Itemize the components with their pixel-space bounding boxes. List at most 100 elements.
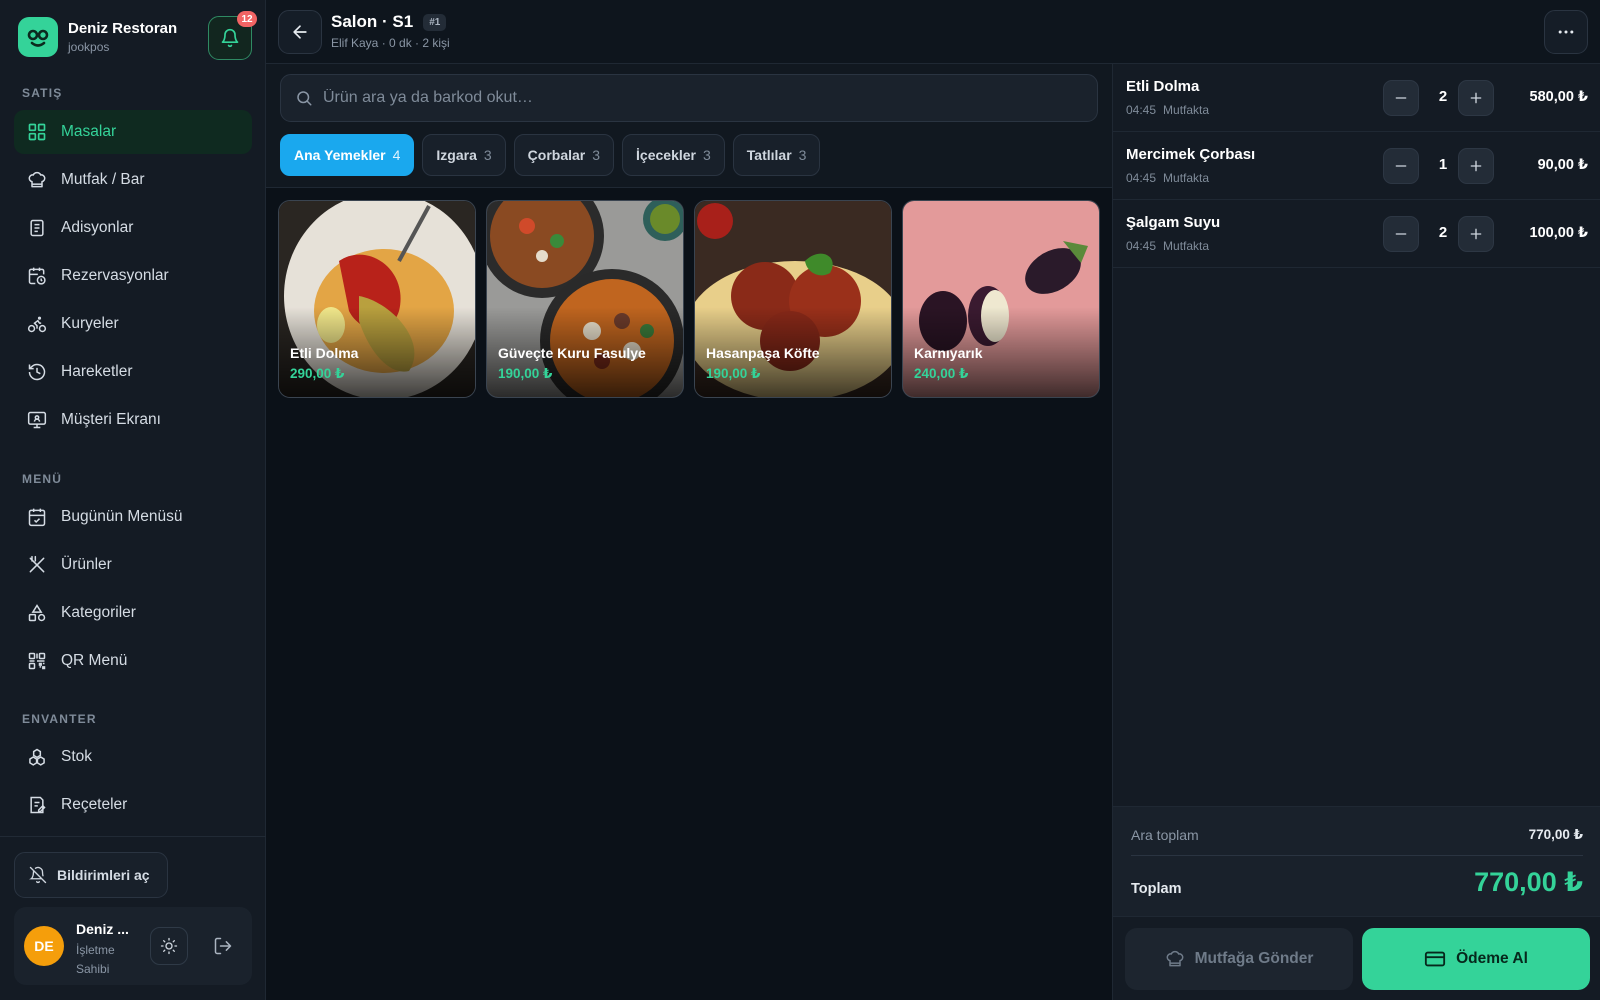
- increase-qty-button[interactable]: [1458, 80, 1494, 116]
- brand-name: Deniz Restoran: [68, 20, 178, 37]
- calendar-check-icon: [28, 508, 46, 527]
- tab-label: Tatlılar: [746, 147, 792, 163]
- sidebar-item-label: Adisyonlar: [61, 219, 134, 236]
- table-name: Salon · S1: [331, 12, 414, 31]
- decrease-qty-button[interactable]: [1383, 80, 1419, 116]
- sidebar-item-label: Müşteri Ekranı: [61, 411, 161, 428]
- sidebar-item-label: Kuryeler: [61, 315, 119, 332]
- tab-corbalar[interactable]: Çorbalar 3: [513, 134, 615, 176]
- arrow-left-icon: [293, 25, 307, 39]
- order-line-price: 100,00 ₺: [1529, 225, 1588, 241]
- section-label-menu: MENÜ: [22, 472, 63, 486]
- send-to-kitchen-button[interactable]: Mutfağa Gönder: [1125, 928, 1353, 990]
- search-box: [280, 74, 1098, 122]
- order-line-status: Mutfakta: [1163, 171, 1210, 185]
- tab-tatlilar[interactable]: Tatlılar 3: [732, 134, 821, 176]
- sidebar-item-mutfak-bar[interactable]: Mutfak / Bar: [14, 158, 252, 202]
- grid-icon: [28, 123, 46, 141]
- total-value: 770,00 ₺: [1474, 867, 1583, 897]
- search-input[interactable]: [323, 89, 1023, 107]
- sidebar-item-label: Bugünün Menüsü: [61, 508, 183, 525]
- boxes-icon: [29, 748, 45, 766]
- minus-icon: [1395, 165, 1407, 167]
- more-options-button[interactable]: [1544, 10, 1588, 54]
- product-price: 290,00 ₺: [290, 366, 345, 381]
- section-label-satis: SATIŞ: [22, 86, 63, 100]
- sidebar-item-rezervasyonlar[interactable]: Rezervasyonlar: [14, 254, 252, 298]
- minus-icon: [1395, 97, 1407, 99]
- enable-notifications-button[interactable]: Bildirimleri aç: [14, 852, 168, 898]
- sidebar-item-adisyonlar[interactable]: Adisyonlar: [14, 206, 252, 250]
- sidebar-item-kuryeler[interactable]: Kuryeler: [14, 302, 252, 346]
- app-logo: [18, 17, 58, 57]
- page-title: Salon · S1 #1: [331, 12, 447, 32]
- tab-icecekler[interactable]: İçecekler 3: [622, 134, 725, 176]
- tab-izgara[interactable]: Izgara 3: [422, 134, 506, 176]
- decrease-qty-button[interactable]: [1383, 148, 1419, 184]
- order-line-status: Mutfakta: [1163, 103, 1210, 117]
- sidebar-item-label: Masalar: [61, 123, 117, 140]
- increase-qty-button[interactable]: [1458, 148, 1494, 184]
- user-card: DE Deniz ... İşletme Sahibi: [14, 907, 252, 985]
- sidebar-item-hareketler[interactable]: Hareketler: [14, 350, 252, 394]
- product-card[interactable]: Hasanpaşa Köfte 190,00 ₺: [694, 200, 892, 398]
- back-button[interactable]: [278, 10, 322, 54]
- sun-icon: [160, 937, 178, 955]
- top-header: Salon · S1 #1 Elif Kaya · 0 dk · 2 kişi: [266, 0, 1600, 64]
- order-line-name: Mercimek Çorbası: [1126, 146, 1256, 163]
- sidebar-item-urunler[interactable]: Ürünler: [14, 543, 252, 587]
- take-payment-label: Ödeme Al: [1456, 950, 1528, 967]
- avatar: DE: [24, 926, 64, 966]
- sidebar-item-label: Stok: [61, 748, 93, 765]
- chef-hat-icon: [1166, 950, 1184, 967]
- product-card[interactable]: Karnıyarık 240,00 ₺: [902, 200, 1100, 398]
- bell-icon: [221, 28, 239, 48]
- sidebar-item-stok[interactable]: Stok: [14, 735, 252, 779]
- sidebar-item-label: Ürünler: [61, 556, 112, 573]
- section-label-envanter: ENVANTER: [22, 712, 97, 726]
- plus-icon: [1470, 92, 1482, 104]
- plus-icon: [1470, 160, 1482, 172]
- sidebar-item-receteler[interactable]: Reçeteler: [14, 783, 252, 827]
- product-price: 190,00 ₺: [706, 366, 761, 381]
- order-line-qty: 2: [1438, 88, 1448, 105]
- order-line-status: Mutfakta: [1163, 239, 1210, 253]
- sidebar-item-masalar[interactable]: Masalar: [14, 110, 252, 154]
- product-name: Karnıyarık: [914, 345, 983, 361]
- chef-hat-icon: [28, 171, 46, 188]
- tab-label: Ana Yemekler: [294, 147, 386, 163]
- decrease-qty-button[interactable]: [1383, 216, 1419, 252]
- order-line-name: Şalgam Suyu: [1126, 214, 1221, 231]
- sidebar: Deniz Restoran jookpos 12 SATIŞ Masalar …: [0, 0, 266, 1000]
- take-payment-button[interactable]: Ödeme Al: [1362, 928, 1590, 990]
- product-price: 190,00 ₺: [498, 366, 553, 381]
- product-name: Güveçte Kuru Fasulye: [498, 345, 646, 361]
- sidebar-item-musteri-ekrani[interactable]: Müşteri Ekranı: [14, 398, 252, 442]
- product-card[interactable]: Güveçte Kuru Fasulye 190,00 ₺: [486, 200, 684, 398]
- order-line-price: 580,00 ₺: [1529, 89, 1588, 105]
- sidebar-item-qr-menu[interactable]: QR Menü: [14, 639, 252, 683]
- category-tabs: Ana Yemekler 4 Izgara 3 Çorbalar 3 İçece…: [280, 134, 821, 176]
- theme-toggle-button[interactable]: [150, 927, 188, 965]
- tab-label: Izgara: [436, 147, 477, 163]
- order-line-time: 04:45: [1126, 171, 1157, 185]
- tab-ana-yemekler[interactable]: Ana Yemekler 4: [280, 134, 415, 176]
- product-card[interactable]: Etli Dolma 290,00 ₺: [278, 200, 476, 398]
- minus-icon: [1395, 233, 1407, 235]
- bell-off-icon: [29, 866, 47, 884]
- order-line-price: 90,00 ₺: [1537, 157, 1588, 173]
- product-toolbar: Ana Yemekler 4 Izgara 3 Çorbalar 3 İçece…: [266, 64, 1112, 188]
- sidebar-item-kategoriler[interactable]: Kategoriler: [14, 591, 252, 635]
- notifications-button[interactable]: 12: [208, 11, 257, 60]
- notification-badge: 12: [237, 11, 257, 27]
- sidebar-item-label: Kategoriler: [61, 604, 136, 621]
- utensils-icon: [29, 555, 45, 573]
- logout-button[interactable]: [204, 927, 242, 965]
- increase-qty-button[interactable]: [1458, 216, 1494, 252]
- sidebar-item-bugunun-menusu[interactable]: Bugünün Menüsü: [14, 495, 252, 539]
- order-totals: Ara toplam 770,00 ₺ Toplam 770,00 ₺: [1113, 806, 1600, 916]
- sidebar-divider: [0, 836, 266, 837]
- logout-icon: [214, 937, 232, 955]
- subtotal-label: Ara toplam: [1131, 827, 1199, 843]
- order-number-badge: #1: [423, 13, 447, 31]
